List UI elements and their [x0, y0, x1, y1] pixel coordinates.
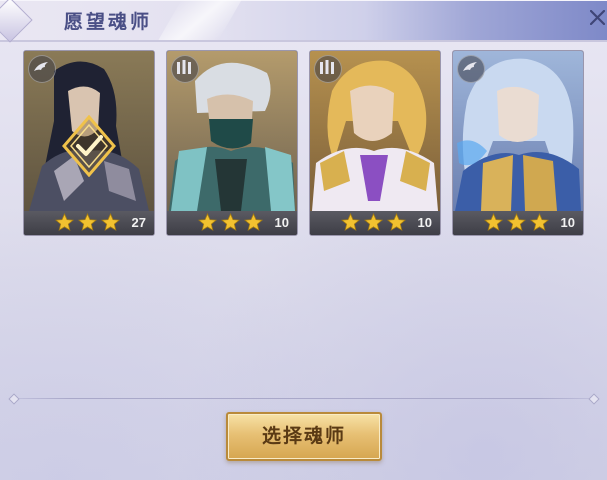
level-label: 10 — [560, 215, 575, 230]
star-icon — [198, 213, 217, 231]
select-button-label: 选择魂师 — [261, 425, 346, 447]
level-label: 10 — [417, 215, 432, 230]
badge-wing — [28, 55, 56, 83]
star-icon — [530, 213, 549, 231]
star-icon — [484, 213, 503, 231]
soul-master-card-4[interactable]: 10 — [452, 50, 584, 236]
soul-master-card-2[interactable]: 10 — [166, 50, 298, 236]
dialog-title: 愿望魂师 — [64, 11, 153, 33]
selected-checkmark-icon — [62, 115, 116, 177]
card-footer: 10 — [167, 211, 297, 235]
star-icon — [55, 213, 74, 231]
star-icon — [244, 213, 263, 231]
dialog-header: 愿望魂师 — [0, 0, 607, 43]
soul-master-card-1[interactable]: 27 — [23, 50, 155, 236]
star-icon — [364, 213, 383, 231]
badge-banner — [314, 55, 342, 83]
star-icon — [387, 213, 406, 231]
banner-icon — [177, 60, 191, 74]
close-icon — [590, 10, 605, 25]
banner-icon — [320, 60, 334, 74]
card-footer: 10 — [310, 211, 440, 235]
level-label: 27 — [131, 215, 146, 230]
star-icon — [78, 213, 97, 231]
star-icon — [507, 213, 526, 231]
card-footer: 10 — [453, 211, 583, 235]
star-icon — [221, 213, 240, 231]
badge-wing — [457, 55, 485, 83]
level-label: 10 — [274, 215, 289, 230]
soul-master-card-3[interactable]: 10 — [309, 50, 441, 236]
header-ornament — [0, 0, 33, 43]
close-button[interactable] — [588, 6, 607, 30]
star-icon — [101, 213, 120, 231]
star-icon — [341, 213, 360, 231]
header-shine — [158, 0, 242, 40]
wing-icon — [34, 62, 48, 71]
select-soul-master-button[interactable]: 选择魂师 — [226, 412, 382, 461]
badge-banner — [171, 55, 199, 83]
card-footer: 27 — [24, 211, 154, 235]
wing-icon — [463, 62, 477, 71]
section-divider — [12, 398, 595, 399]
